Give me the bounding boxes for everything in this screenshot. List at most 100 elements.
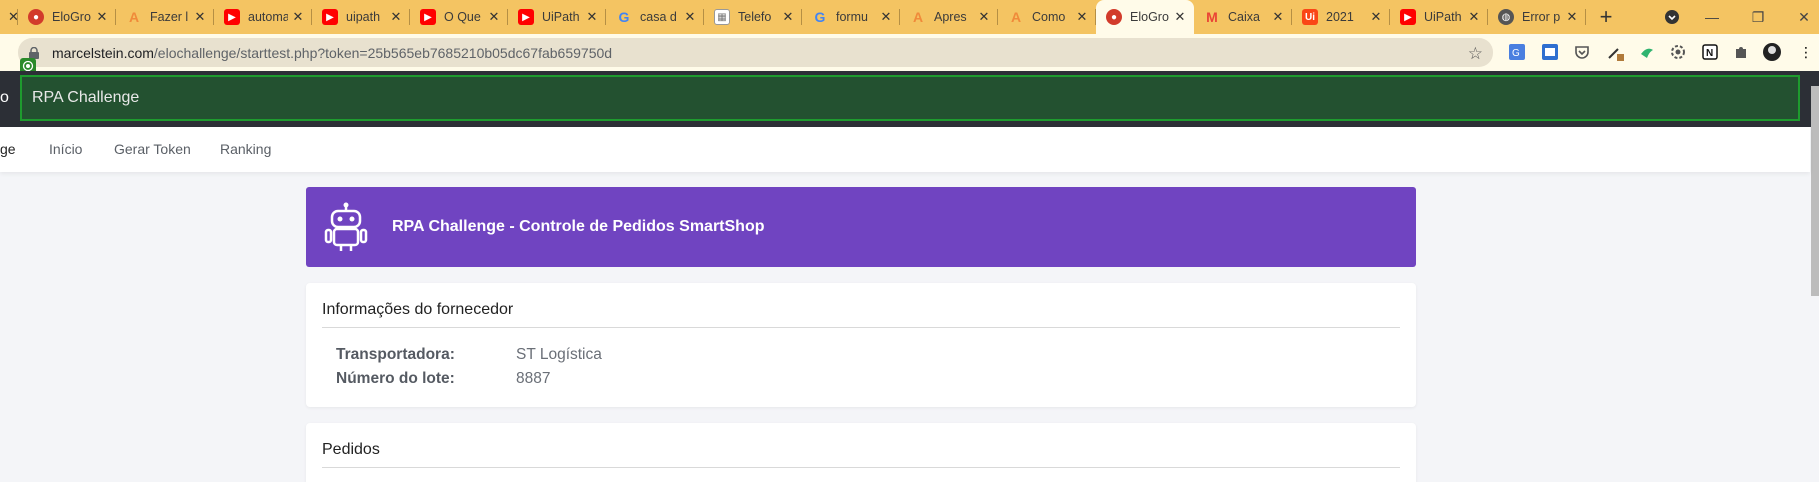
orders-card: Pedidos	[306, 423, 1416, 482]
browser-tab[interactable]: Gformu ✕	[802, 0, 900, 34]
close-tab-icon[interactable]: ✕	[880, 9, 892, 25]
tab-title: Apres	[934, 10, 967, 24]
carrier-label: Transportadora:	[336, 346, 455, 363]
nav-brand-fragment[interactable]: ge	[0, 141, 16, 157]
tab-title: 2021	[1326, 10, 1354, 24]
tab-title: formu	[836, 10, 868, 24]
robot-icon	[324, 202, 368, 251]
new-tab-button[interactable]: +	[1586, 0, 1626, 34]
address-bar[interactable]: marcelstein.com/elochallenge/starttest.p…	[18, 38, 1493, 67]
translate-extension-icon[interactable]: G	[1507, 42, 1527, 62]
browser-tab[interactable]: ● EloGro ✕	[18, 0, 116, 34]
browser-tab[interactable]: A Como ✕	[998, 0, 1096, 34]
tab-title: Caixa	[1228, 10, 1260, 24]
browser-tab[interactable]: Ui 2021 ✕	[1292, 0, 1390, 34]
gear-extension-icon[interactable]	[1668, 42, 1688, 62]
close-tab-icon[interactable]: ✕	[684, 9, 696, 25]
app-title-text: RPA Challenge	[32, 89, 140, 106]
lot-value: 8887	[516, 370, 551, 387]
a-icon: A	[128, 9, 140, 25]
close-tab-icon[interactable]: ✕	[96, 9, 108, 25]
banner-title: RPA Challenge - Controle de Pedidos Smar…	[392, 218, 765, 235]
tab-title: EloGro	[1130, 10, 1169, 24]
globe-icon: ◍	[1498, 9, 1514, 25]
tab-title: automa	[248, 10, 288, 24]
close-tab-icon[interactable]: ✕	[1566, 9, 1578, 25]
tab-partial[interactable]: ✕	[0, 0, 19, 34]
gmail-icon: M	[1206, 9, 1218, 25]
browser-tab[interactable]: Gcasa d ✕	[606, 0, 704, 34]
menu-kebab-icon[interactable]: ⋮	[1796, 42, 1816, 62]
restore-icon[interactable]: ❐	[1735, 0, 1781, 34]
pocket-extension-icon[interactable]	[1572, 42, 1592, 62]
google-icon: G	[618, 9, 630, 25]
sub-navigation: ge Início Gerar Token Ranking	[0, 127, 1810, 172]
reader-extension-icon[interactable]	[1540, 42, 1560, 62]
tab-strip: ✕ ● EloGro ✕ A Fazer l ✕ ▶ automa ✕ ▶ uipath ✕ ▶ O Qu…	[0, 0, 1819, 34]
notion-icon[interactable]: N	[1700, 42, 1720, 62]
tab-title: Telefo	[738, 10, 772, 24]
close-tab-icon[interactable]: ✕	[978, 9, 990, 25]
nav-ranking[interactable]: Ranking	[220, 141, 271, 157]
tab-title: Como	[1032, 10, 1066, 24]
nav-gerar-token[interactable]: Gerar Token	[114, 141, 191, 157]
supplier-header: Informações do fornecedor	[322, 283, 1400, 328]
tab-title: EloGro	[52, 10, 91, 24]
close-tab-icon[interactable]: ✕	[1272, 9, 1284, 25]
elogroup-icon: ●	[28, 9, 44, 25]
close-tab-icon[interactable]: ✕	[782, 9, 794, 25]
youtube-icon: ▶	[224, 9, 240, 25]
app-title: RPA Challenge	[20, 75, 1800, 121]
browser-tab[interactable]: M Caixa ✕	[1194, 0, 1292, 34]
supplier-card: Informações do fornecedor Transportadora…	[306, 283, 1416, 407]
puzzle-extensions-icon[interactable]	[1731, 42, 1751, 62]
close-tab-icon[interactable]: ✕	[390, 9, 402, 25]
close-tab-icon[interactable]: ✕	[1468, 9, 1480, 25]
tab-title: uipath	[346, 10, 381, 24]
browser-tab[interactable]: A Fazer l ✕	[116, 0, 214, 34]
svg-text:N: N	[1706, 48, 1713, 59]
browser-tab[interactable]: ▦ Telefo ✕	[704, 0, 802, 34]
a-icon: A	[912, 9, 924, 25]
close-tab-icon[interactable]: ✕	[1076, 9, 1088, 25]
browser-tab[interactable]: ▶ automa ✕	[214, 0, 312, 34]
browser-tab[interactable]: ▶ UiPath ✕	[1390, 0, 1488, 34]
google-icon: G	[814, 9, 826, 25]
close-tab-icon[interactable]: ✕	[586, 9, 598, 25]
bird-extension-icon[interactable]	[1637, 42, 1657, 62]
minimize-icon[interactable]: —	[1689, 0, 1735, 34]
orders-header: Pedidos	[322, 423, 1400, 468]
elogroup-icon: ●	[1106, 9, 1122, 25]
browser-tab[interactable]: ▶ uipath ✕	[312, 0, 410, 34]
browser-tab[interactable]: ▶ O Que ✕	[410, 0, 508, 34]
browser-tab[interactable]: A Apres ✕	[900, 0, 998, 34]
a-icon: A	[1010, 9, 1022, 25]
close-tab-icon[interactable]: ✕	[1370, 9, 1382, 25]
browser-tab[interactable]: ▶ UiPath ✕	[508, 0, 606, 34]
close-window-icon[interactable]: ✕	[1781, 0, 1819, 34]
tab-title: Error p	[1522, 10, 1561, 24]
uipath-icon: Ui	[1302, 9, 1318, 25]
avatar[interactable]	[1762, 42, 1782, 62]
picker-extension-icon[interactable]	[1605, 42, 1625, 62]
close-tab-icon[interactable]: ✕	[488, 9, 500, 25]
url-text[interactable]: marcelstein.com/elochallenge/starttest.p…	[52, 45, 612, 61]
brand-fragment[interactable]: o	[0, 89, 9, 107]
close-tab-icon[interactable]: ✕	[292, 9, 304, 25]
bookmark-star-icon[interactable]: ☆	[1468, 44, 1483, 64]
lot-label: Número do lote:	[336, 370, 455, 387]
close-tab-icon[interactable]: ✕	[194, 9, 206, 25]
close-tab-icon[interactable]: ✕	[1174, 9, 1186, 25]
calendar-icon: ▦	[714, 9, 730, 25]
tab-title: UiPath	[542, 10, 580, 24]
browser-tab[interactable]: ◍ Error p ✕	[1488, 0, 1586, 34]
lock-icon	[29, 46, 39, 59]
nav-inicio[interactable]: Início	[49, 141, 82, 157]
svg-text:G: G	[1512, 48, 1520, 59]
carrier-value: ST Logística	[516, 346, 602, 363]
tab-title: Fazer l	[150, 10, 189, 24]
tab-title: casa d	[640, 10, 677, 24]
scrollbar[interactable]	[1811, 86, 1819, 296]
tab-title: UiPath	[1424, 10, 1462, 24]
browser-tab[interactable]: ● EloGro ✕	[1096, 0, 1194, 34]
